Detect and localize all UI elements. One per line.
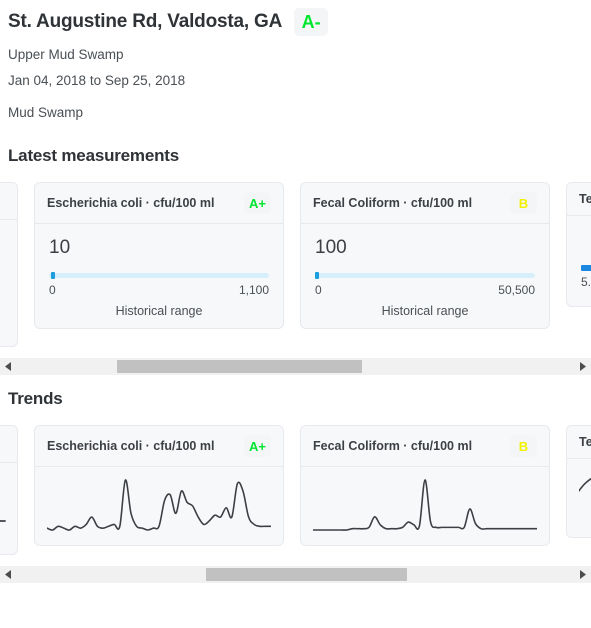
range-caption: Historical range	[115, 304, 203, 318]
historical-range-track	[315, 272, 535, 279]
range-marker	[50, 272, 55, 279]
grade-badge: A+	[244, 192, 271, 214]
range-min: 5.8	[581, 275, 591, 289]
trend-sparkline-chart	[301, 467, 549, 545]
trends-section: Trends Escherichia coli · cfu/100 ml A+ …	[0, 389, 591, 583]
measurement-value: 100	[315, 237, 347, 258]
range-max: 1,100	[238, 283, 269, 297]
trend-card-ecoli[interactable]: Escherichia coli · cfu/100 ml A+	[34, 425, 284, 546]
card-header: Escherichia coli · cfu/100 ml A+	[35, 183, 283, 224]
card-header: Fecal Coliform · cfu/100 ml B	[301, 426, 549, 467]
sparkline-svg	[579, 477, 591, 493]
scroll-left-arrow-icon[interactable]	[0, 358, 17, 375]
overall-grade-badge: A-	[294, 8, 329, 36]
card-header: Te	[567, 426, 591, 459]
grade-label: B	[518, 438, 529, 454]
trend-card-fecal-coliform[interactable]: Fecal Coliform · cfu/100 ml B	[300, 425, 550, 546]
scrollbar-track[interactable]	[17, 566, 574, 583]
range-min: 0	[315, 283, 322, 297]
overall-grade-label: A-	[301, 12, 321, 32]
historical-range-track	[581, 265, 591, 271]
sparkline-svg	[47, 479, 271, 531]
measurement-card-ecoli[interactable]: Escherichia coli · cfu/100 ml A+ 10 0 1,…	[34, 182, 284, 329]
historical-range-track	[49, 272, 269, 279]
measurement-name: Te	[579, 435, 591, 449]
scroll-left-arrow-icon[interactable]	[0, 566, 17, 583]
grade-badge: A+	[244, 435, 271, 457]
measurement-name: Fecal Coliform · cfu/100 ml	[313, 196, 473, 210]
latest-measurements-section: Latest measurements Escherichia coli · c…	[0, 146, 591, 375]
trends-carousel[interactable]: Escherichia coli · cfu/100 ml A+ Fecal C…	[0, 425, 591, 555]
measurements-card-strip: Escherichia coli · cfu/100 ml A+ 10 0 1,…	[0, 182, 591, 347]
range-max: 50,500	[498, 283, 535, 297]
sparkline-svg	[313, 479, 537, 531]
trends-scrollbar[interactable]	[0, 566, 591, 583]
grade-label: A+	[249, 195, 266, 211]
waterbody-label: Upper Mud Swamp	[8, 47, 124, 62]
trend-card-temperature[interactable]: Te	[566, 425, 591, 538]
region-label: Mud Swamp	[8, 105, 84, 120]
trend-card-partial-left[interactable]	[0, 425, 18, 555]
measurements-scrollbar[interactable]	[0, 358, 591, 375]
card-body: 10 0 1,100 Historical range	[35, 224, 283, 328]
grade-badge: B	[510, 192, 537, 214]
scroll-right-arrow-icon[interactable]	[574, 358, 591, 375]
date-range-label: Jan 04, 2018 to Sep 25, 2018	[8, 73, 186, 88]
measurement-name: Te	[579, 192, 591, 206]
trend-sparkline-chart	[567, 459, 591, 537]
range-endpoints: 0 1,100	[49, 283, 269, 297]
water-quality-report-page: St. Augustine Rd, Valdosta, GA A- Upper …	[0, 0, 591, 628]
scrollbar-thumb[interactable]	[206, 568, 407, 581]
measurement-name: Escherichia coli · cfu/100 ml	[47, 439, 215, 453]
card-header: Escherichia coli · cfu/100 ml A+	[35, 426, 283, 467]
card-header: Fecal Coliform · cfu/100 ml B	[301, 183, 549, 224]
grade-label: B	[518, 195, 529, 211]
measurement-card-temperature[interactable]: Te 5.8	[566, 182, 591, 307]
range-marker	[315, 272, 320, 279]
measurement-name: Fecal Coliform · cfu/100 ml	[313, 439, 473, 453]
scroll-right-arrow-icon[interactable]	[574, 566, 591, 583]
scrollbar-thumb[interactable]	[117, 360, 363, 373]
range-marker	[581, 265, 591, 271]
range-endpoints: 0 50,500	[315, 283, 535, 297]
measurement-value: 10	[49, 237, 71, 258]
measurement-card-fecal-coliform[interactable]: Fecal Coliform · cfu/100 ml B 100 0 50,5…	[300, 182, 550, 329]
card-header: Te	[567, 183, 591, 216]
title-row: St. Augustine Rd, Valdosta, GA A-	[8, 8, 591, 36]
scrollbar-track[interactable]	[17, 358, 574, 375]
grade-label: A+	[249, 438, 266, 454]
range-caption: Historical range	[381, 304, 469, 318]
range-endpoints: 5.8	[581, 275, 591, 289]
trend-sparkline-chart	[35, 467, 283, 545]
page-title: St. Augustine Rd, Valdosta, GA	[8, 10, 283, 32]
range-min: 0	[49, 283, 56, 297]
measurements-carousel[interactable]: Escherichia coli · cfu/100 ml A+ 10 0 1,…	[0, 182, 591, 347]
measurement-card-partial-left[interactable]	[0, 182, 18, 347]
card-body: 5.8	[567, 216, 591, 306]
trends-title: Trends	[8, 389, 63, 408]
report-header: St. Augustine Rd, Valdosta, GA A- Upper …	[0, 0, 591, 120]
card-body: 100 0 50,500 Historical range	[301, 224, 549, 328]
measurement-name: Escherichia coli · cfu/100 ml	[47, 196, 215, 210]
grade-badge: B	[510, 435, 537, 457]
latest-measurements-title: Latest measurements	[8, 146, 179, 165]
trends-card-strip: Escherichia coli · cfu/100 ml A+ Fecal C…	[0, 425, 591, 555]
